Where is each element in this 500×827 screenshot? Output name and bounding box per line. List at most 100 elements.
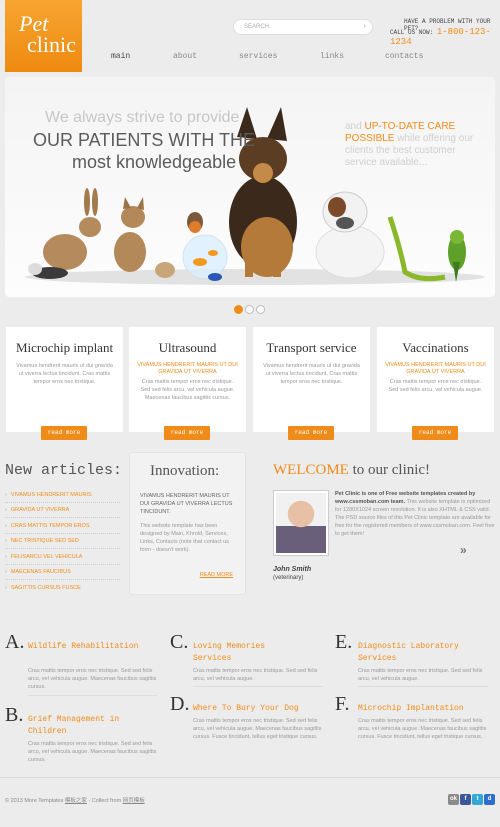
service-card-transport: Transport service Vivamus hendrerit maur…: [253, 327, 370, 432]
article-label: MAECENAS FAUCIBUS: [10, 569, 71, 575]
service-title: Microchip implant: [15, 340, 114, 355]
article-label: FELISARCU VEL VEHICULA: [10, 554, 83, 560]
arrow-icon: ›: [5, 507, 7, 513]
footer-mid: - Collect from: [86, 798, 123, 804]
banner-right-pre: and: [345, 121, 362, 132]
read-more-button[interactable]: read more: [41, 426, 87, 440]
feature-letter: D.: [170, 693, 190, 715]
service-text: Cras mattis tempor eros nec tristique. S…: [140, 379, 235, 401]
call-label: CALL US NOW:: [390, 29, 434, 36]
feature-text: Cras mattis tempor eros nec tristique. S…: [358, 718, 487, 740]
read-more-link[interactable]: READ MORE: [200, 572, 233, 578]
service-title: Transport service: [266, 340, 357, 355]
feature-text: Cras mattis tempor eros nec tristique. S…: [193, 718, 322, 740]
service-text: Cras mattis tempor eros nec tristique. S…: [388, 379, 483, 393]
doctor-role: (veterinary): [273, 575, 304, 581]
innovation-subtitle: VIVAMUS HENDRERIT MAURIS UT DUI GRAVIDA …: [140, 493, 233, 515]
nav-services[interactable]: services: [239, 52, 277, 61]
articles-heading: New articles:: [5, 462, 123, 479]
arrow-icon: ›: [5, 492, 7, 498]
search-placeholder: SEARCH: [244, 24, 270, 30]
feature-letter: A.: [5, 631, 25, 653]
feature-letter: F.: [335, 693, 350, 715]
article-link[interactable]: › MAECENAS FAUCIBUS: [5, 569, 120, 580]
welcome-rest: to our clinic!: [348, 462, 431, 478]
delicious-icon[interactable]: d: [484, 794, 495, 805]
slider-dot-2[interactable]: [245, 305, 254, 314]
service-card-vaccinations: Vaccinations VIVAMUS HENDRERIT MAURIS UT…: [377, 327, 494, 432]
read-more-button[interactable]: read more: [288, 426, 334, 440]
read-more-button[interactable]: read more: [164, 426, 210, 440]
arrow-icon: ›: [5, 538, 7, 544]
feature-title[interactable]: Loving Memories Services: [193, 641, 303, 665]
feature-text: Cras mattis tempor eros nec tristique. S…: [28, 741, 157, 763]
read-more-button[interactable]: read more: [412, 426, 458, 440]
arrow-icon: ›: [5, 585, 7, 591]
nav-about[interactable]: about: [173, 52, 197, 61]
service-text: Vivamus hendrerit mauris ut dui gravida …: [16, 363, 113, 385]
article-label: CRAS MATTIS TEMPOR EROS: [10, 523, 90, 529]
article-label: SAGITTIS CURSUS FUSCE: [10, 585, 81, 591]
article-label: VIVAMUS HENDRERIT MAURIS: [10, 492, 92, 498]
divider: [193, 686, 323, 687]
footer-link[interactable]: 网页模板: [123, 798, 145, 804]
article-label: GRAVIDA UT VIVERRA: [10, 507, 70, 513]
innovation-heading: Innovation:: [150, 463, 220, 479]
banner-line2: OUR PATIENTS WITH THE: [33, 130, 256, 150]
logo[interactable]: Pet clinic: [5, 0, 82, 72]
article-link[interactable]: › NEC TRISTIQUE SED SED: [5, 538, 120, 549]
welcome-heading: WELCOME to our clinic!: [273, 462, 430, 479]
search-input[interactable]: SEARCH ›: [233, 19, 373, 35]
doctor-name: John Smith: [273, 566, 312, 573]
service-title: Vaccinations: [402, 340, 469, 355]
footer-divider: [0, 777, 500, 778]
logo-line2: clinic: [27, 32, 76, 57]
innovation-text: This website template has been designed …: [140, 523, 229, 553]
slider-dot-3[interactable]: [256, 305, 265, 314]
service-card-ultrasound: Ultrasound VIVAMUS HENDRERIT MAURIS UT D…: [129, 327, 246, 432]
feature-title[interactable]: Wildlife Rehabilitation: [28, 641, 148, 653]
feature-text: Cras mattis tempor eros nec tristique. S…: [193, 668, 318, 682]
article-link[interactable]: › CRAS MATTIS TEMPOR EROS: [5, 523, 120, 534]
contact-phone-line: CALL US NOW: 1-800-123-1234: [390, 27, 500, 47]
banner-line1: We always strive to provide: [45, 109, 240, 126]
doctor-avatar: [276, 493, 326, 553]
search-icon[interactable]: ›: [364, 23, 366, 30]
nav-links[interactable]: links: [320, 52, 344, 61]
article-link[interactable]: › GRAVIDA UT VIVERRA: [5, 507, 120, 518]
feature-text: Cras mattis tempor eros nec tristique. S…: [28, 668, 157, 690]
hero-banner: We always strive to provide OUR PATIENTS…: [5, 77, 495, 297]
service-card-microchip: Microchip implant Vivamus hendrerit maur…: [6, 327, 123, 432]
welcome-highlight: WELCOME: [273, 462, 349, 478]
feature-title[interactable]: Where To Bury Your Dog: [193, 703, 333, 715]
doctor-photo: [273, 490, 329, 556]
features-section: A. Wildlife Rehabilitation Cras mattis t…: [5, 623, 495, 775]
feature-title[interactable]: Grief Management in Children: [28, 714, 148, 738]
copyright-text: © 2013 More Templates: [5, 798, 64, 804]
service-subtitle: VIVAMUS HENDRERIT MAURIS UT DUI GRAVIDA …: [137, 362, 238, 375]
article-link[interactable]: › SAGITTIS CURSUS FUSCE: [5, 585, 120, 595]
article-link[interactable]: › FELISARCU VEL VEHICULA: [5, 554, 120, 565]
article-link[interactable]: › VIVAMUS HENDRERIT MAURIS: [5, 492, 120, 503]
feature-letter: B.: [5, 704, 24, 726]
twitter-icon[interactable]: t: [472, 794, 483, 805]
facebook-icon[interactable]: f: [460, 794, 471, 805]
service-subtitle: VIVAMUS HENDRERIT MAURIS UT DUI GRAVIDA …: [385, 362, 486, 375]
nav-main[interactable]: main: [111, 52, 130, 61]
innovation-box: Innovation: VIVAMUS HENDRERIT MAURIS UT …: [129, 452, 246, 595]
feature-title[interactable]: Microchip Implantation: [358, 703, 498, 715]
feature-letter: C.: [170, 631, 189, 653]
arrow-icon: ›: [5, 523, 7, 529]
nav-contacts[interactable]: contacts: [385, 52, 423, 61]
ok-icon[interactable]: ok: [448, 794, 459, 805]
article-label: NEC TRISTIQUE SED SED: [10, 538, 79, 544]
slider-dot-1[interactable]: [234, 305, 243, 314]
arrow-icon: ›: [5, 569, 7, 575]
footer-link[interactable]: 模板之家: [65, 798, 87, 804]
divider: [28, 695, 158, 696]
feature-letter: E.: [335, 631, 353, 653]
feature-title[interactable]: Diagnostic Laboratory Services: [358, 641, 483, 665]
quote-icon: »: [460, 543, 467, 557]
service-title: Ultrasound: [158, 340, 217, 355]
banner-line3: most knowledgeable: [72, 152, 237, 172]
